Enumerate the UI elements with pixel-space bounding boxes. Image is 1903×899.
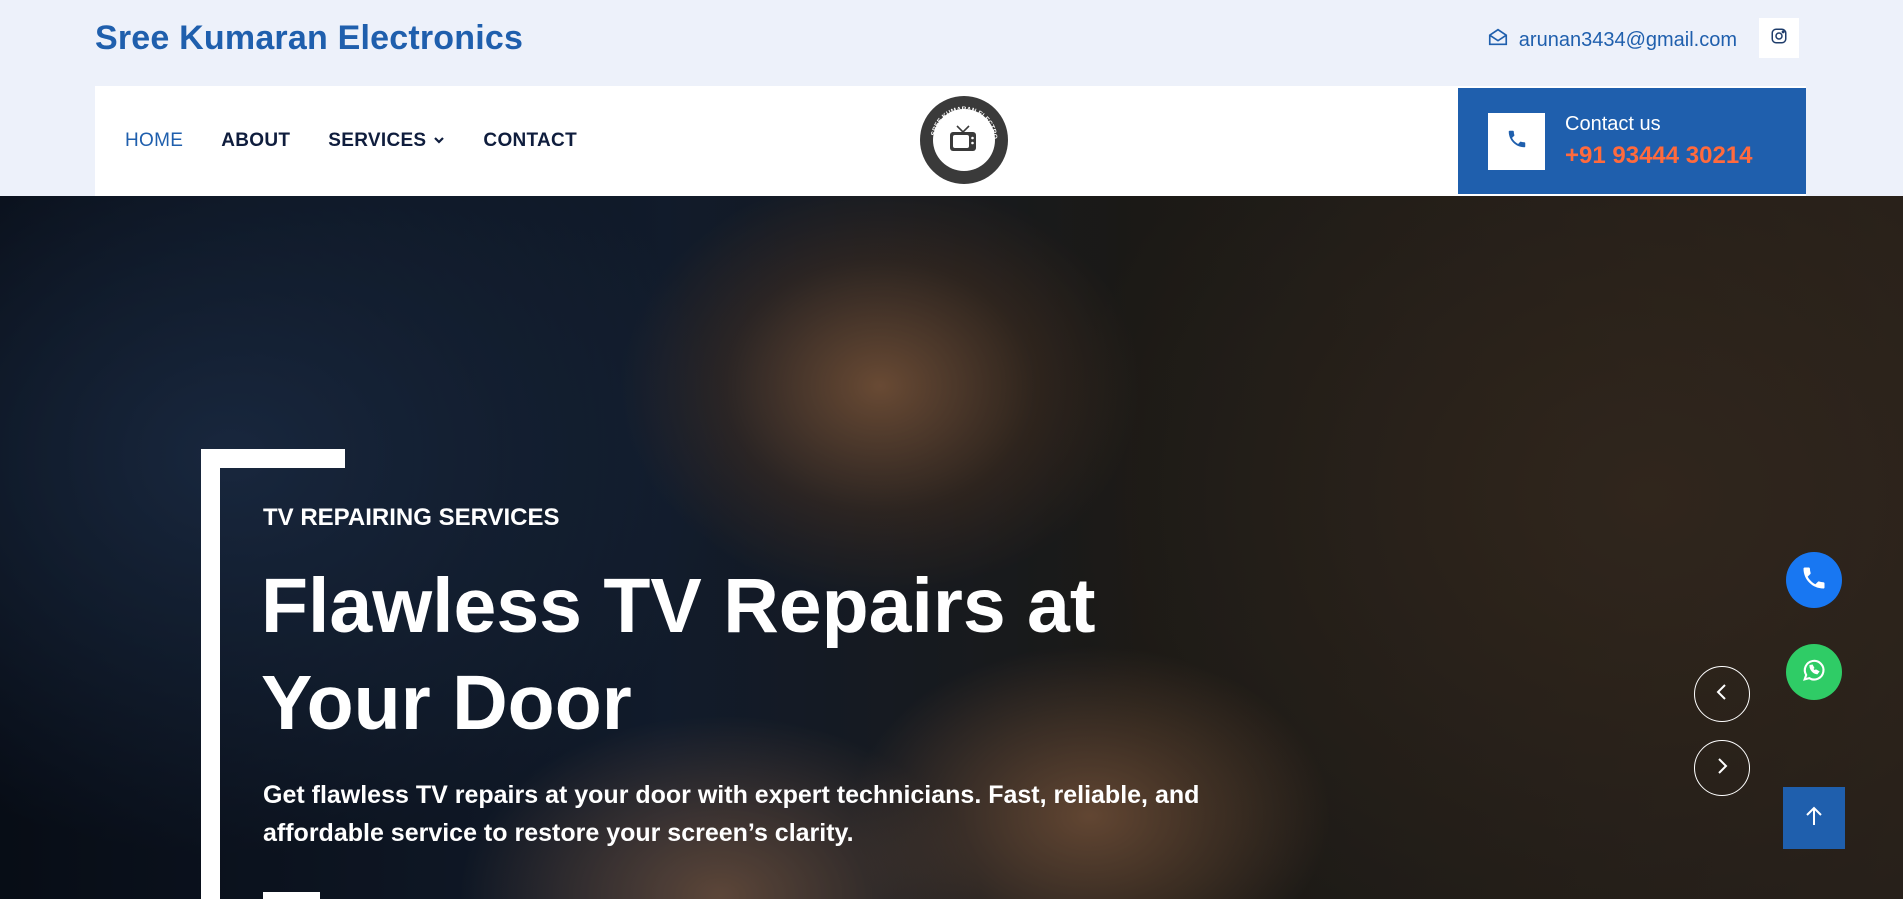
- hero-headline: Flawless TV Repairs at Your Door: [261, 563, 1096, 746]
- hero-subtitle: Get flawless TV repairs at your door wit…: [263, 781, 1200, 847]
- chevron-left-icon: [1712, 682, 1732, 707]
- hero-kicker: TV REPAIRING SERVICES: [263, 504, 560, 531]
- email-contact[interactable]: arunan3434@gmail.com: [1487, 26, 1737, 54]
- contact-label: Contact us: [1565, 112, 1661, 135]
- contact-text: Contact us +91 93444 30214: [1565, 113, 1753, 170]
- hero-section: TV REPAIRING SERVICES Flawless TV Repair…: [0, 196, 1903, 899]
- arrow-up-icon: [1803, 805, 1825, 832]
- brand-name[interactable]: Sree Kumaran Electronics: [95, 19, 523, 58]
- nav-menu: HOME ABOUT SERVICES CONTACT: [125, 86, 577, 196]
- nav-item-about[interactable]: ABOUT: [221, 130, 290, 152]
- nav-item-contact[interactable]: CONTACT: [483, 130, 577, 152]
- scroll-to-top-button[interactable]: [1783, 787, 1845, 849]
- chevron-right-icon: [1712, 756, 1732, 781]
- slider-prev-button[interactable]: [1694, 666, 1750, 722]
- whatsapp-icon: [1800, 656, 1828, 689]
- phone-icon: [1800, 564, 1828, 597]
- nav-item-services[interactable]: SERVICES: [328, 130, 445, 152]
- whatsapp-fab-button[interactable]: [1786, 644, 1842, 700]
- nav-item-services-label: SERVICES: [328, 130, 427, 151]
- phone-icon-box: [1488, 112, 1545, 170]
- contact-us-box[interactable]: Contact us +91 93444 30214: [1458, 88, 1806, 194]
- chevron-down-icon: [433, 130, 445, 152]
- slider-next-button[interactable]: [1694, 740, 1750, 796]
- nav-item-home[interactable]: HOME: [125, 130, 183, 152]
- instagram-icon: [1770, 27, 1788, 50]
- site-logo[interactable]: SREE KUMARAN ELECTRONIC: [917, 90, 1009, 185]
- email-text: arunan3434@gmail.com: [1518, 28, 1737, 51]
- phone-icon: [1506, 128, 1528, 155]
- hero-frame-left: [201, 449, 220, 899]
- contact-phone[interactable]: +91 93444 30214: [1565, 142, 1753, 170]
- top-bar: Sree Kumaran Electronics arunan3434@gmai…: [0, 0, 1903, 78]
- main-navbar: HOME ABOUT SERVICES CONTACT SREE KUMARAN…: [95, 86, 1806, 196]
- envelope-open-icon: [1487, 26, 1509, 54]
- call-fab-button[interactable]: [1786, 552, 1842, 608]
- hero-frame-top: [201, 449, 345, 468]
- instagram-link[interactable]: [1759, 18, 1799, 58]
- hero-frame-bottom: [263, 892, 320, 899]
